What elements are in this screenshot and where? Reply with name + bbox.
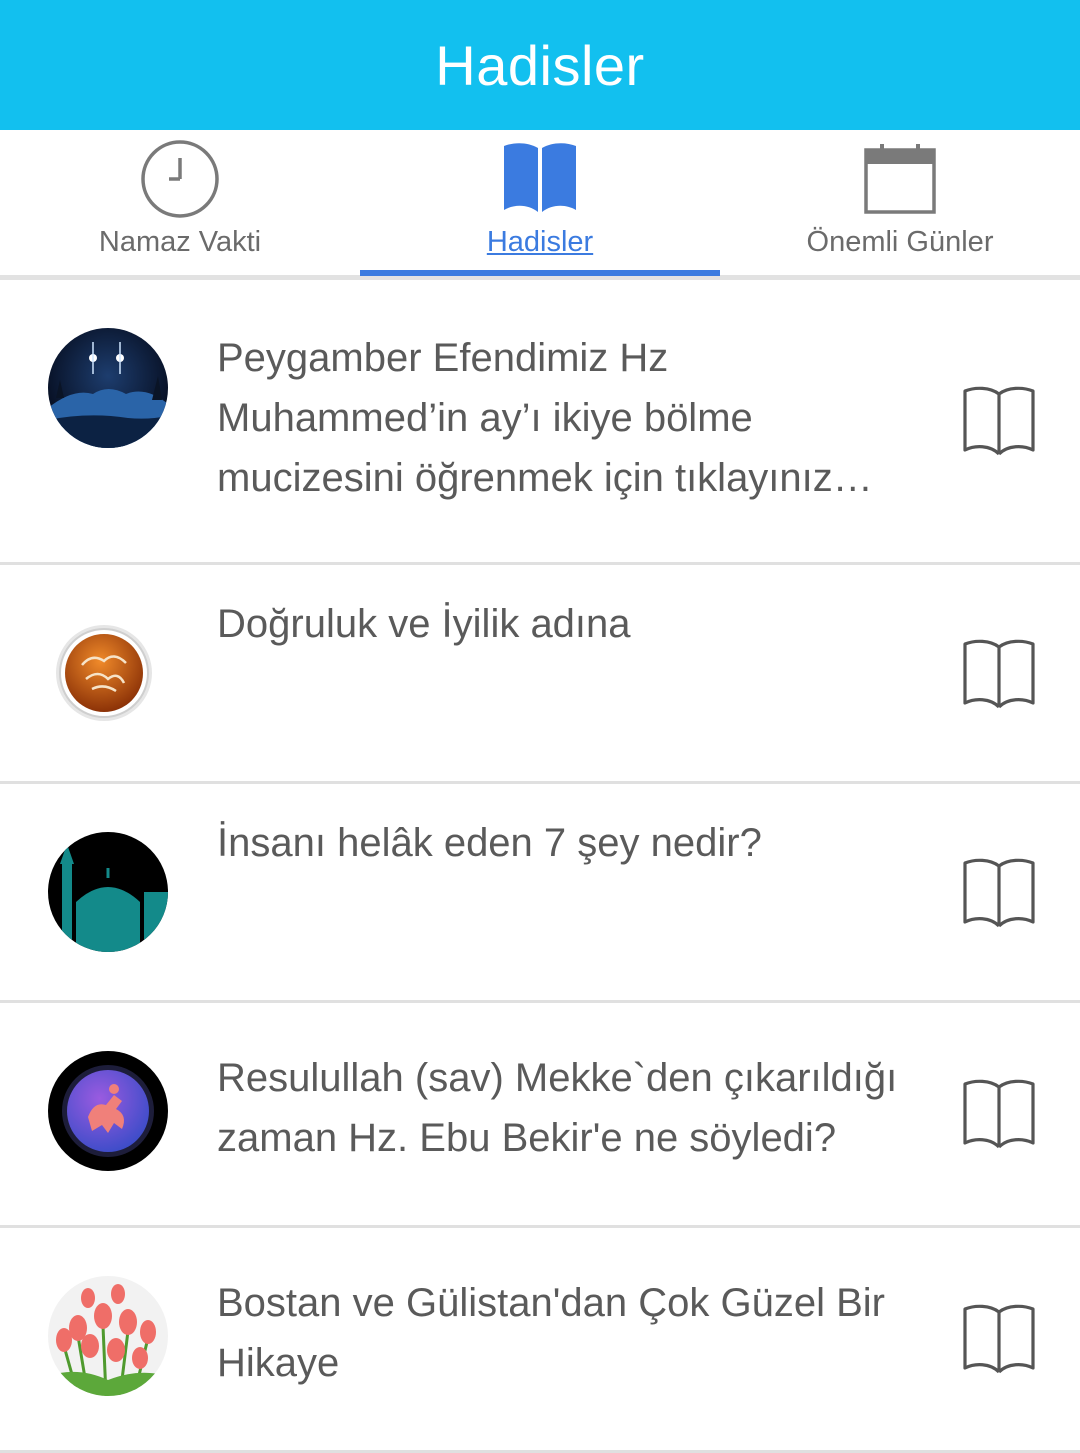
tab-label-onemli-gunler: Önemli Günler bbox=[806, 226, 994, 258]
tab-hadisler[interactable]: Hadisler bbox=[360, 130, 720, 275]
list-item[interactable]: Peygamber Efendimiz Hz Muhammed’in ay’ı … bbox=[0, 280, 1080, 565]
open-book-icon[interactable] bbox=[962, 1302, 1036, 1376]
hadis-list: Peygamber Efendimiz Hz Muhammed’in ay’ı … bbox=[0, 280, 1080, 1453]
list-item-title: Resulullah (sav) Mekke`den çıkarıldığı z… bbox=[217, 1056, 898, 1160]
open-book-icon[interactable] bbox=[962, 637, 1036, 711]
avatar bbox=[48, 832, 168, 952]
list-item[interactable]: İnsanı helâk eden 7 şey nedir? bbox=[0, 784, 1080, 1003]
avatar bbox=[48, 328, 168, 448]
calendar-icon bbox=[862, 140, 938, 221]
avatar bbox=[48, 1051, 168, 1171]
tab-label-namaz-vakti: Namaz Vakti bbox=[98, 226, 262, 258]
tab-namaz-vakti[interactable]: Namaz Vakti bbox=[0, 130, 360, 275]
clock-icon bbox=[139, 138, 221, 225]
list-item-title: Bostan ve Gülistan'dan Çok Güzel Bir Hik… bbox=[217, 1281, 885, 1385]
tab-label-hadisler: Hadisler bbox=[486, 226, 594, 258]
avatar bbox=[48, 1276, 168, 1396]
avatar bbox=[48, 613, 168, 733]
list-item[interactable]: Doğruluk ve İyilik adına bbox=[0, 565, 1080, 784]
tab-onemli-gunler[interactable]: Önemli Günler bbox=[720, 130, 1080, 275]
open-book-icon[interactable] bbox=[962, 384, 1036, 458]
app-header: Hadisler bbox=[0, 0, 1080, 130]
open-book-icon[interactable] bbox=[962, 856, 1036, 930]
list-item[interactable]: Bostan ve Gülistan'dan Çok Güzel Bir Hik… bbox=[0, 1228, 1080, 1453]
list-item-title: İnsanı helâk eden 7 şey nedir? bbox=[217, 821, 762, 865]
active-tab-indicator bbox=[360, 270, 720, 276]
tab-bar: Namaz Vakti Hadisler Önemli Günler bbox=[0, 130, 1080, 280]
list-item[interactable]: Resulullah (sav) Mekke`den çıkarıldığı z… bbox=[0, 1003, 1080, 1228]
open-book-icon[interactable] bbox=[962, 1077, 1036, 1151]
page-title: Hadisler bbox=[435, 33, 645, 97]
list-item-title: Doğruluk ve İyilik adına bbox=[217, 602, 631, 646]
list-item-title: Peygamber Efendimiz Hz Muhammed’in ay’ı … bbox=[217, 336, 873, 500]
book-icon bbox=[502, 140, 578, 221]
